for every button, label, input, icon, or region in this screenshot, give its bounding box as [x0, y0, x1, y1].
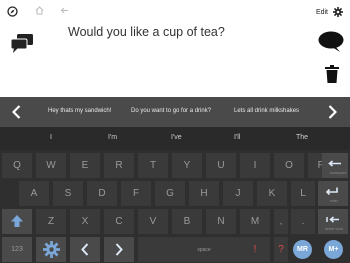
- word-suggestion[interactable]: I've: [171, 134, 182, 141]
- backspace-key[interactable]: backspace: [322, 153, 348, 178]
- phrase-prediction[interactable]: Lets all drink milkshakes: [234, 108, 299, 114]
- shift-up-icon: [11, 215, 23, 227]
- speak-bubble-icon[interactable]: [318, 31, 344, 53]
- key-period[interactable]: .: [291, 209, 315, 234]
- word-suggestion[interactable]: I'll: [234, 134, 240, 141]
- enter-arrow-icon: [325, 187, 338, 196]
- word-suggestion[interactable]: The: [296, 134, 308, 141]
- delete-word-icon: [326, 216, 339, 223]
- backspace-arrow-icon: [328, 160, 341, 167]
- key-h[interactable]: H: [189, 181, 219, 206]
- phrase-prediction[interactable]: Hey thats my sandwich!: [48, 108, 111, 114]
- question-key[interactable]: ?: [274, 237, 288, 262]
- key-s[interactable]: S: [53, 181, 83, 206]
- top-bar: Edit: [0, 0, 350, 28]
- enter-key[interactable]: enter: [318, 181, 348, 206]
- exclamation-key[interactable]: !: [240, 237, 270, 262]
- trash-icon[interactable]: [325, 65, 339, 83]
- shift-key[interactable]: [2, 209, 32, 234]
- mr-button[interactable]: MR: [293, 240, 312, 259]
- cursor-right-key[interactable]: [104, 237, 134, 262]
- cursor-left-key[interactable]: [70, 237, 100, 262]
- prev-arrow-icon[interactable]: [12, 105, 21, 119]
- key-u[interactable]: U: [206, 153, 236, 178]
- key-e[interactable]: E: [70, 153, 100, 178]
- key-n[interactable]: N: [206, 209, 236, 234]
- key-l[interactable]: L: [291, 181, 315, 206]
- key-m[interactable]: M: [240, 209, 270, 234]
- key-z[interactable]: Z: [36, 209, 66, 234]
- key-g[interactable]: G: [155, 181, 185, 206]
- key-b[interactable]: B: [172, 209, 202, 234]
- key-y[interactable]: Y: [172, 153, 202, 178]
- chevron-right-icon: [115, 243, 123, 256]
- key-c[interactable]: C: [104, 209, 134, 234]
- message-area: Would you like a cup of tea?: [0, 25, 350, 93]
- next-arrow-icon[interactable]: [328, 105, 337, 119]
- key-comma[interactable]: ,: [274, 209, 288, 234]
- keyboard: I I'm I've I'll The Q W E R T Y U I O P …: [0, 127, 350, 263]
- word-suggestion[interactable]: I'm: [108, 134, 117, 141]
- key-j[interactable]: J: [223, 181, 253, 206]
- message-text[interactable]: Would you like a cup of tea?: [68, 25, 225, 39]
- home-icon[interactable]: [35, 6, 44, 15]
- key-r[interactable]: R: [104, 153, 134, 178]
- chevron-left-icon: [81, 243, 89, 256]
- key-a[interactable]: A: [19, 181, 49, 206]
- gear-icon: [43, 241, 60, 258]
- delete-word-key[interactable]: delete word: [318, 209, 348, 234]
- key-d[interactable]: D: [87, 181, 117, 206]
- word-suggestion-row: I I'm I've I'll The: [0, 127, 350, 150]
- key-t[interactable]: T: [138, 153, 168, 178]
- mplus-button[interactable]: M+: [324, 240, 343, 259]
- gear-icon[interactable]: [333, 7, 343, 17]
- edit-button[interactable]: Edit: [316, 9, 328, 16]
- key-v[interactable]: V: [138, 209, 168, 234]
- key-k[interactable]: K: [257, 181, 287, 206]
- numbers-key[interactable]: 123: [2, 237, 32, 262]
- key-w[interactable]: W: [36, 153, 66, 178]
- phrase-prediction-bar: Hey thats my sandwich! Do you want to go…: [0, 97, 350, 127]
- phrase-prediction[interactable]: Do you want to go for a drink?: [131, 108, 211, 114]
- back-arrow-icon[interactable]: [60, 6, 69, 15]
- key-f[interactable]: F: [121, 181, 151, 206]
- key-q[interactable]: Q: [2, 153, 32, 178]
- key-x[interactable]: X: [70, 209, 100, 234]
- key-i[interactable]: I: [240, 153, 270, 178]
- word-suggestion[interactable]: I: [50, 134, 52, 141]
- compass-icon[interactable]: [7, 6, 18, 17]
- settings-key[interactable]: [36, 237, 66, 262]
- speech-bubbles-icon[interactable]: [11, 34, 33, 54]
